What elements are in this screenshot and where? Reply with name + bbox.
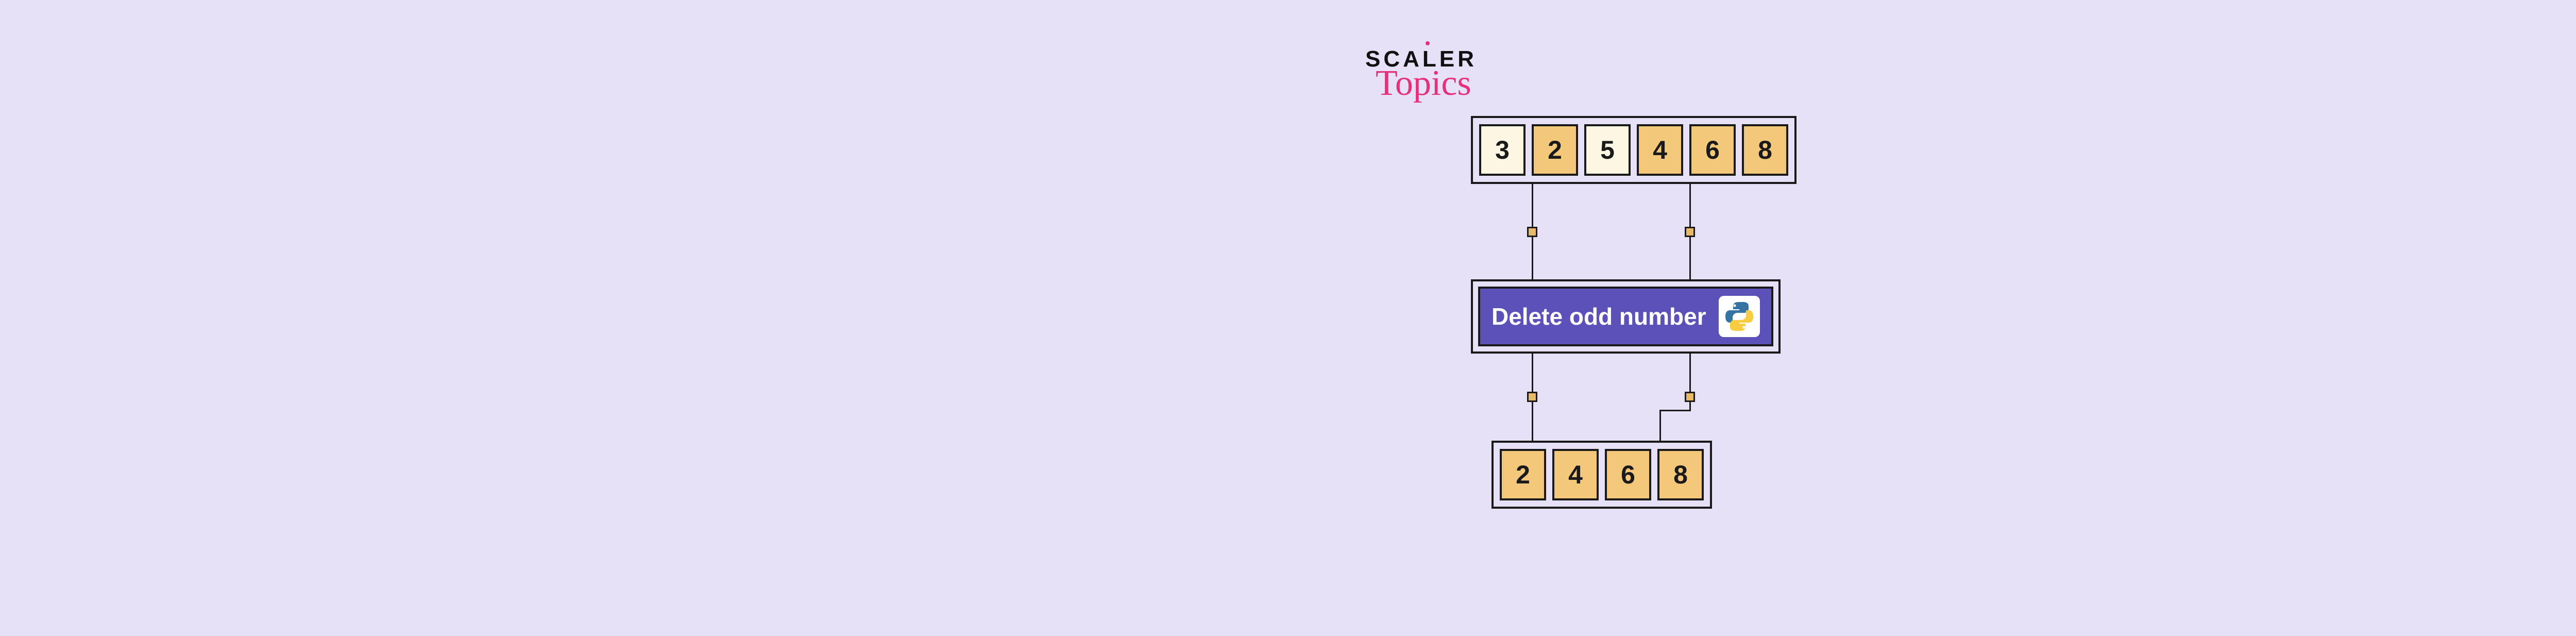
- connector-line: [1659, 410, 1691, 411]
- connector-line: [1659, 410, 1661, 441]
- brand-logo-line1: SCALER: [1365, 46, 1477, 72]
- array-cell: 2: [1532, 124, 1578, 176]
- input-array: 3 2 5 4 6 8: [1471, 116, 1797, 184]
- python-icon: [1719, 296, 1760, 337]
- array-cell: 8: [1657, 449, 1704, 500]
- array-cell: 4: [1552, 449, 1599, 500]
- array-cell: 5: [1584, 124, 1631, 176]
- array-cell: 3: [1479, 124, 1526, 176]
- connector-node: [1527, 227, 1537, 237]
- connector-node: [1685, 392, 1695, 402]
- connector-node: [1527, 392, 1537, 402]
- array-cell: 4: [1637, 124, 1683, 176]
- action-label: Delete odd number: [1492, 303, 1706, 330]
- array-cell: 2: [1500, 449, 1546, 500]
- output-array: 2 4 6 8: [1492, 441, 1712, 509]
- connector-node: [1685, 227, 1695, 237]
- array-cell: 6: [1605, 449, 1651, 500]
- array-cell: 8: [1742, 124, 1788, 176]
- action-box: Delete odd number: [1471, 279, 1781, 354]
- brand-logo: SCALER Topics: [1365, 46, 1477, 104]
- array-cell: 6: [1689, 124, 1736, 176]
